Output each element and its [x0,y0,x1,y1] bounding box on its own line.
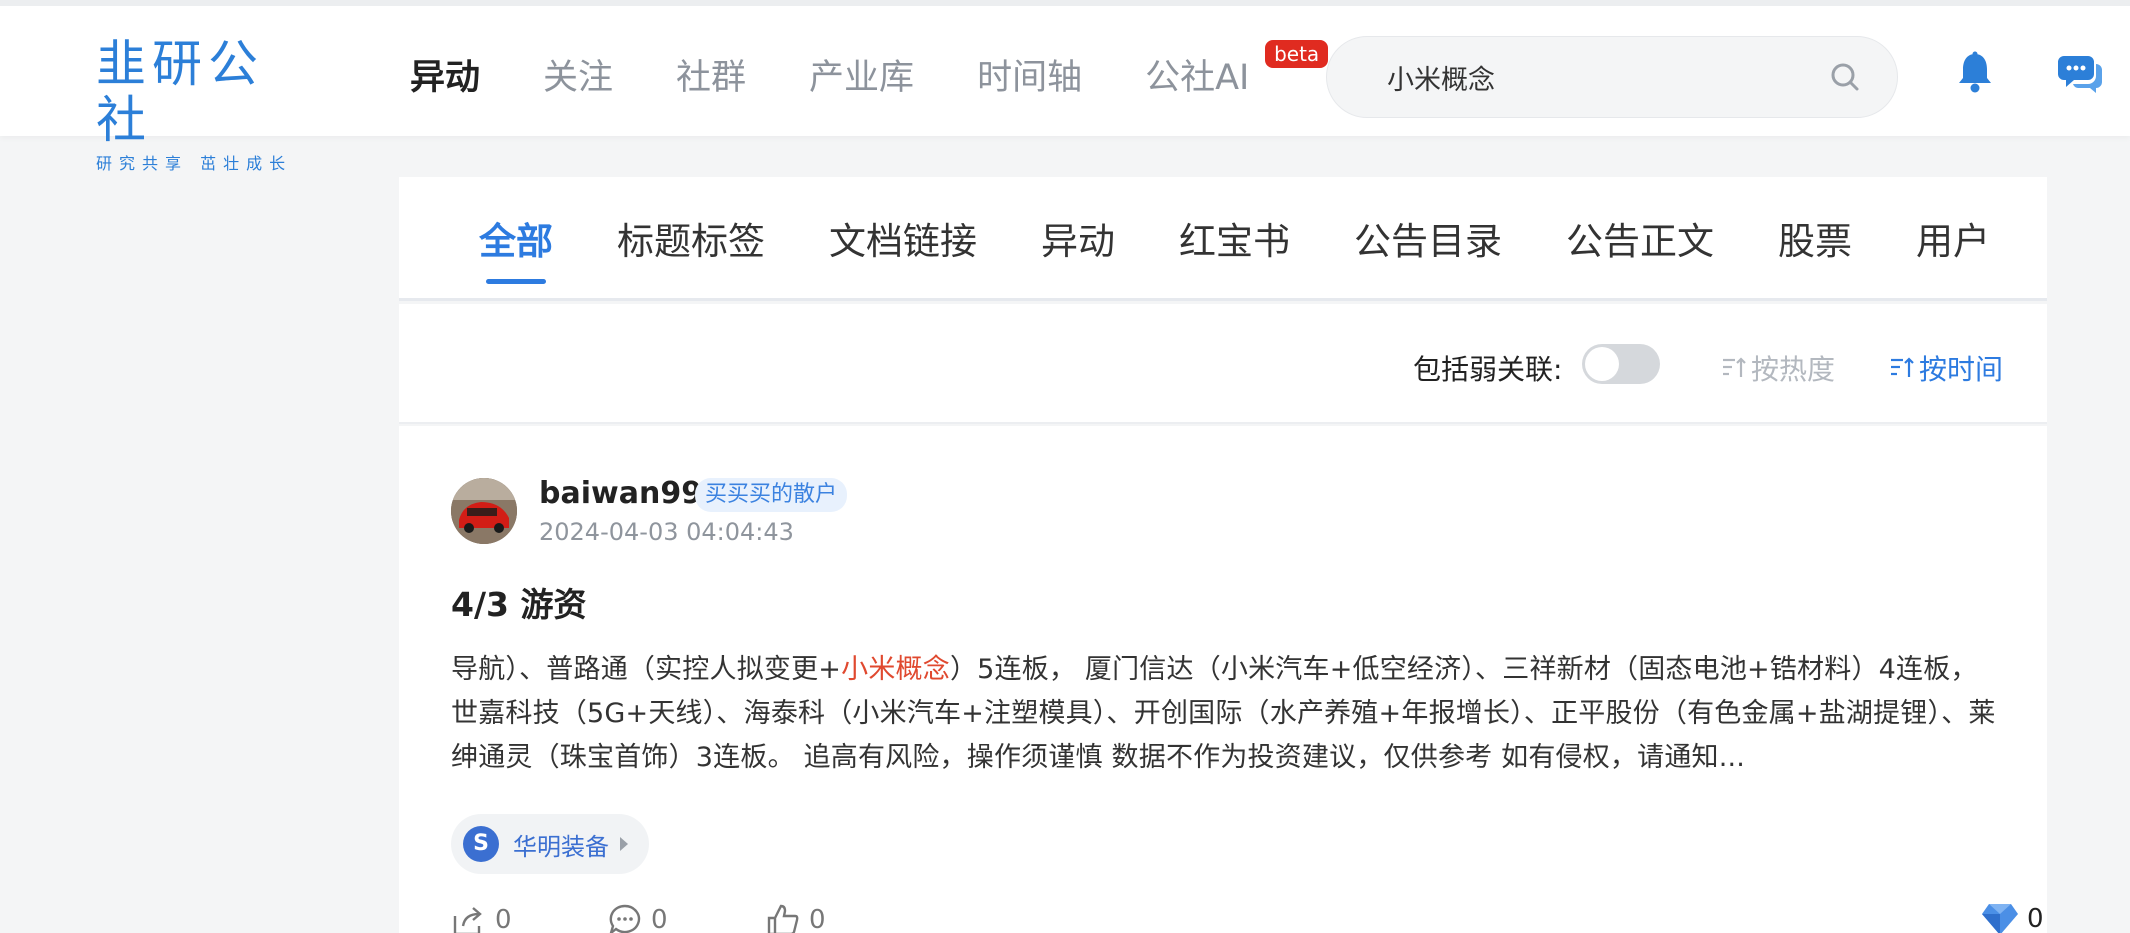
tab-announce-body[interactable]: 公告正文 [1566,217,1714,267]
post-username[interactable]: baiwan99 [539,476,702,511]
stock-logo-icon: S [463,826,499,862]
nav-item-guanzhu[interactable]: 关注 [543,54,613,102]
stock-tag[interactable]: S 华明装备 [451,814,649,874]
logo-slogan: 研究共享 茁壮成长 [96,154,293,173]
tab-all[interactable]: 全部 [479,217,553,284]
sort-icon [1723,357,1746,377]
post-actions: 0 0 0 0 [451,902,2044,933]
nav-item-label: 公社AI [1145,58,1250,98]
filter-bar: 包括弱关联: 按热度 按时间 [399,304,2047,424]
stock-name: 华明装备 [513,832,609,861]
sort-by-time-button[interactable]: 按时间 [1889,348,2003,388]
post-card[interactable]: baiwan99 买买买的散户 2024-04-03 04:04:43 4/3 … [399,426,2047,933]
sort-by-heat-button[interactable]: 按热度 [1721,348,1835,388]
search-icon[interactable] [1829,61,1861,97]
sort-by-time-label: 按时间 [1919,353,2004,386]
sort-by-heat-label: 按热度 [1751,353,1836,386]
search-box [1326,36,1898,118]
sort-icon [1891,357,1914,377]
site-logo[interactable]: 韭研公社 研究共享 茁壮成长 [96,36,316,174]
post-body-text: 导航）、普路通（实控人拟变更+ [451,654,842,685]
search-result-tabs-card: 全部 标题标签 文档链接 异动 红宝书 公告目录 公告正文 股票 用户 [399,177,2047,301]
tab-stocks[interactable]: 股票 [1778,217,1852,267]
post-timestamp: 2024-04-03 04:04:43 [539,518,794,546]
result-tabs: 全部 标题标签 文档链接 异动 红宝书 公告目录 公告正文 股票 用户 [479,217,2054,284]
tab-doc-links[interactable]: 文档链接 [829,217,977,267]
diamond-icon [1982,904,2018,933]
search-input[interactable] [1387,57,1817,97]
share-button[interactable]: 0 [451,902,512,933]
post-body[interactable]: 导航）、普路通（实控人拟变更+小米概念）5连板， 厦门信达（小米汽车+低空经济）… [451,648,1997,780]
top-header: 韭研公社 研究共享 茁壮成长 异动 关注 社群 产业库 时间轴 公社AI bet… [0,0,2130,173]
thumbs-up-icon [767,904,799,933]
nav-item-shequn[interactable]: 社群 [676,54,746,102]
like-button[interactable]: 0 [765,902,826,933]
avatar[interactable] [451,478,517,544]
caret-right-icon [620,837,628,851]
tab-announce-catalog[interactable]: 公告目录 [1354,217,1502,267]
tab-title-tags[interactable]: 标题标签 [617,217,765,267]
comment-icon [609,904,641,933]
diamond-count: 0 [2027,904,2044,933]
reward-button[interactable]: 0 [1981,902,2044,933]
main-nav: 异动 关注 社群 产业库 时间轴 公社AI beta [410,40,1329,102]
nav-item-chanyeku[interactable]: 产业库 [809,54,914,102]
nav-item-gongshe-ai[interactable]: 公社AI beta [1145,40,1329,102]
tab-users[interactable]: 用户 [1916,217,1990,267]
user-badge: 买买买的散户 [695,478,848,512]
weak-relation-label: 包括弱关联: [1413,353,1563,386]
nav-item-shijianzhou[interactable]: 时间轴 [977,54,1082,102]
tab-yidong[interactable]: 异动 [1041,217,1115,267]
beta-badge: beta [1265,40,1329,68]
chat-icon[interactable] [2058,50,2102,98]
tab-hongbaoshu[interactable]: 红宝书 [1179,217,1290,267]
comment-count: 0 [651,905,668,933]
like-count: 0 [809,905,826,933]
post-title[interactable]: 4/3 游资 [451,578,586,626]
weak-relation-toggle[interactable] [1582,344,1660,384]
nav-item-yidong[interactable]: 异动 [410,54,480,102]
bell-icon[interactable] [1955,50,1995,98]
logo-title: 韭研公社 [96,35,264,149]
comment-button[interactable]: 0 [607,902,668,933]
post-body-highlight: 小米概念 [841,654,950,685]
share-icon [453,907,482,933]
share-count: 0 [495,905,512,933]
